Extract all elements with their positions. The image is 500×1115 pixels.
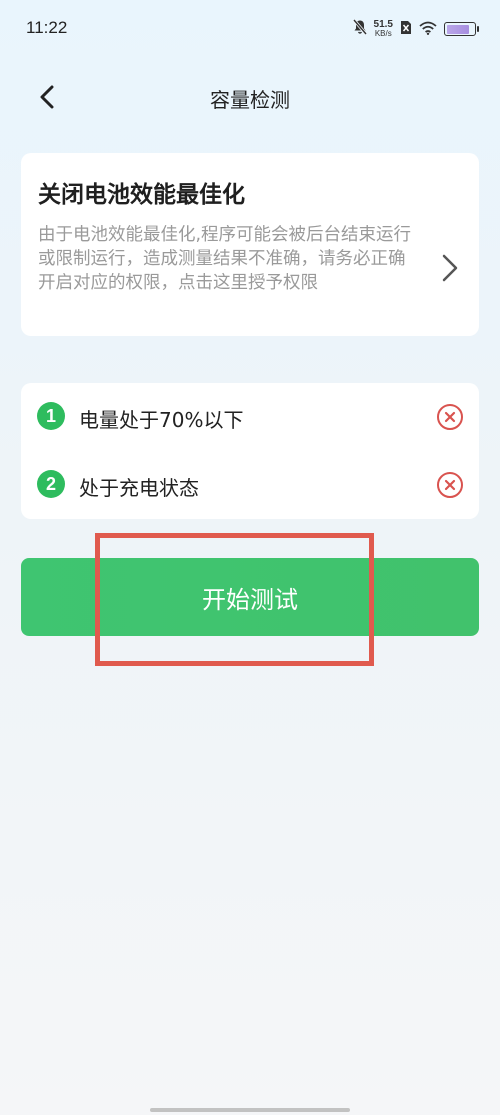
step-number-badge: 1 — [37, 402, 65, 430]
highlight-annotation-box — [95, 533, 374, 666]
conditions-card: 1 电量处于70%以下 2 处于充电状态 — [21, 383, 479, 519]
condition-label: 电量处于70%以下 — [79, 408, 244, 432]
status-icons: 51.5 KB/s — [352, 18, 479, 40]
condition-row-battery-level: 1 电量处于70%以下 — [21, 393, 479, 441]
permission-description: 由于电池效能最佳化,程序可能会被后台结束运行或限制运行，造成测量结果不准确，请务… — [38, 225, 412, 293]
permission-title: 关闭电池效能最佳化 — [38, 182, 245, 208]
chevron-right-icon — [442, 254, 458, 282]
no-sim-icon — [400, 20, 412, 39]
wifi-icon — [419, 20, 437, 39]
condition-row-charging: 2 处于充电状态 — [21, 461, 479, 509]
page-title: 容量检测 — [210, 88, 290, 112]
network-speed: 51.5 KB/s — [373, 19, 393, 39]
battery-level-fill — [446, 24, 470, 34]
step-number-badge: 2 — [37, 470, 65, 498]
battery-optimization-card[interactable]: 关闭电池效能最佳化 由于电池效能最佳化,程序可能会被后台结束运行或限制运行，造成… — [21, 153, 479, 336]
status-time: 11:22 — [26, 18, 68, 37]
mute-bell-icon — [352, 19, 367, 39]
x-circle-icon — [437, 404, 463, 430]
header: 容量检测 — [0, 70, 500, 126]
x-circle-icon — [437, 472, 463, 498]
home-indicator[interactable] — [150, 1108, 350, 1112]
condition-label: 处于充电状态 — [79, 476, 199, 500]
status-bar: 11:22 51.5 KB/s — [0, 0, 500, 58]
battery-icon — [444, 22, 479, 36]
